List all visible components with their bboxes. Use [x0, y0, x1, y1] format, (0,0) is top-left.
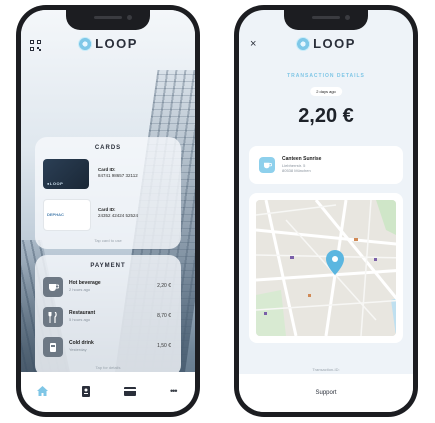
- coffee-icon: [43, 277, 63, 297]
- merchant-address: Liebherrstr. 5 80538 München: [282, 163, 311, 173]
- payment-row[interactable]: Hot beverage 2 hours ago 2,20 €: [43, 277, 173, 301]
- merchant-name: Canteen Sunrise: [282, 156, 322, 162]
- payment-name: Restaurant: [69, 310, 96, 316]
- drink-icon: [43, 337, 63, 357]
- phone-left: LOOP CARDS ●LOOP Card ID: 84741 98657 32…: [16, 5, 200, 417]
- payment-panel: PAYMENT Hot beverage 2 hours ago 2,20 € …: [35, 255, 181, 377]
- cutlery-icon: [43, 307, 63, 327]
- tab-bar: •••: [21, 372, 195, 412]
- brand-name: LOOP: [95, 36, 138, 51]
- merchant-city: 80538 München: [282, 168, 311, 173]
- cards-panel: CARDS ●LOOP Card ID: 84741 98657 32112 D…: [35, 137, 181, 249]
- phone-right: × LOOP TRANSACTION DETAILS 2 days ago 2,…: [234, 5, 418, 417]
- loop-card-image[interactable]: ●LOOP: [43, 159, 89, 189]
- more-icon[interactable]: •••: [164, 382, 182, 400]
- cards-hint: Tap card to use: [94, 238, 122, 243]
- brand-name: LOOP: [313, 36, 356, 51]
- payment-title: PAYMENT: [90, 263, 126, 269]
- card-id-number: 24352 42424 52524: [98, 213, 139, 218]
- transaction-amount: 2,20 €: [298, 105, 354, 127]
- brand-logo: LOOP: [78, 36, 138, 51]
- card-item[interactable]: ●LOOP Card ID: 84741 98657 32112: [43, 159, 173, 195]
- merchant-card: Canteen Sunrise Liebherrstr. 5 80538 Mün…: [249, 146, 403, 184]
- top-bar: LOOP: [21, 36, 195, 60]
- payment-amount: 8,70 €: [157, 313, 171, 319]
- transaction-id-label: Transaction-ID:: [312, 367, 340, 372]
- payment-name: Hot beverage: [69, 280, 101, 286]
- payment-row[interactable]: Cold drink Yesterday 1,50 €: [43, 337, 173, 361]
- time-ago-badge: 2 days ago: [310, 87, 342, 96]
- map-graphic: [256, 200, 396, 336]
- payment-time: Yesterday: [69, 347, 87, 352]
- wallet-screen: LOOP CARDS ●LOOP Card ID: 84741 98657 32…: [21, 10, 195, 412]
- logo-icon: [296, 36, 311, 51]
- section-title: TRANSACTION DETAILS: [287, 73, 365, 79]
- id-card-icon[interactable]: [77, 382, 95, 400]
- partner-card-image[interactable]: DEPHAC: [43, 199, 91, 231]
- card-icon[interactable]: [121, 382, 139, 400]
- map-card: [249, 193, 403, 343]
- card-id-label: Card ID:: [98, 167, 116, 172]
- payment-time: 5 hours ago: [69, 317, 91, 322]
- coffee-icon: [259, 157, 275, 173]
- payment-amount: 1,50 €: [157, 343, 171, 349]
- location-map[interactable]: [256, 200, 396, 336]
- payment-name: Cold drink: [69, 340, 94, 346]
- card-item[interactable]: DEPHAC Card ID: 24352 42424 52524: [43, 199, 173, 235]
- home-icon[interactable]: [34, 382, 52, 400]
- transaction-screen: × LOOP TRANSACTION DETAILS 2 days ago 2,…: [239, 10, 413, 412]
- brand-logo: LOOP: [296, 36, 356, 51]
- card-id-label: Card ID:: [98, 207, 116, 212]
- notch: [284, 10, 368, 30]
- top-bar: × LOOP: [239, 36, 413, 60]
- logo-icon: [78, 36, 93, 51]
- payment-hint: Tap for details: [95, 365, 121, 370]
- cards-title: CARDS: [94, 145, 122, 151]
- card-id-number: 84741 98657 32112: [98, 173, 138, 178]
- payment-amount: 2,20 €: [157, 283, 171, 289]
- payment-time: 2 hours ago: [69, 287, 91, 292]
- close-icon[interactable]: ×: [250, 38, 256, 50]
- support-button[interactable]: Support: [239, 374, 413, 412]
- qr-code-icon[interactable]: [30, 40, 41, 51]
- payment-row[interactable]: Restaurant 5 hours ago 8,70 €: [43, 307, 173, 331]
- notch: [66, 10, 150, 30]
